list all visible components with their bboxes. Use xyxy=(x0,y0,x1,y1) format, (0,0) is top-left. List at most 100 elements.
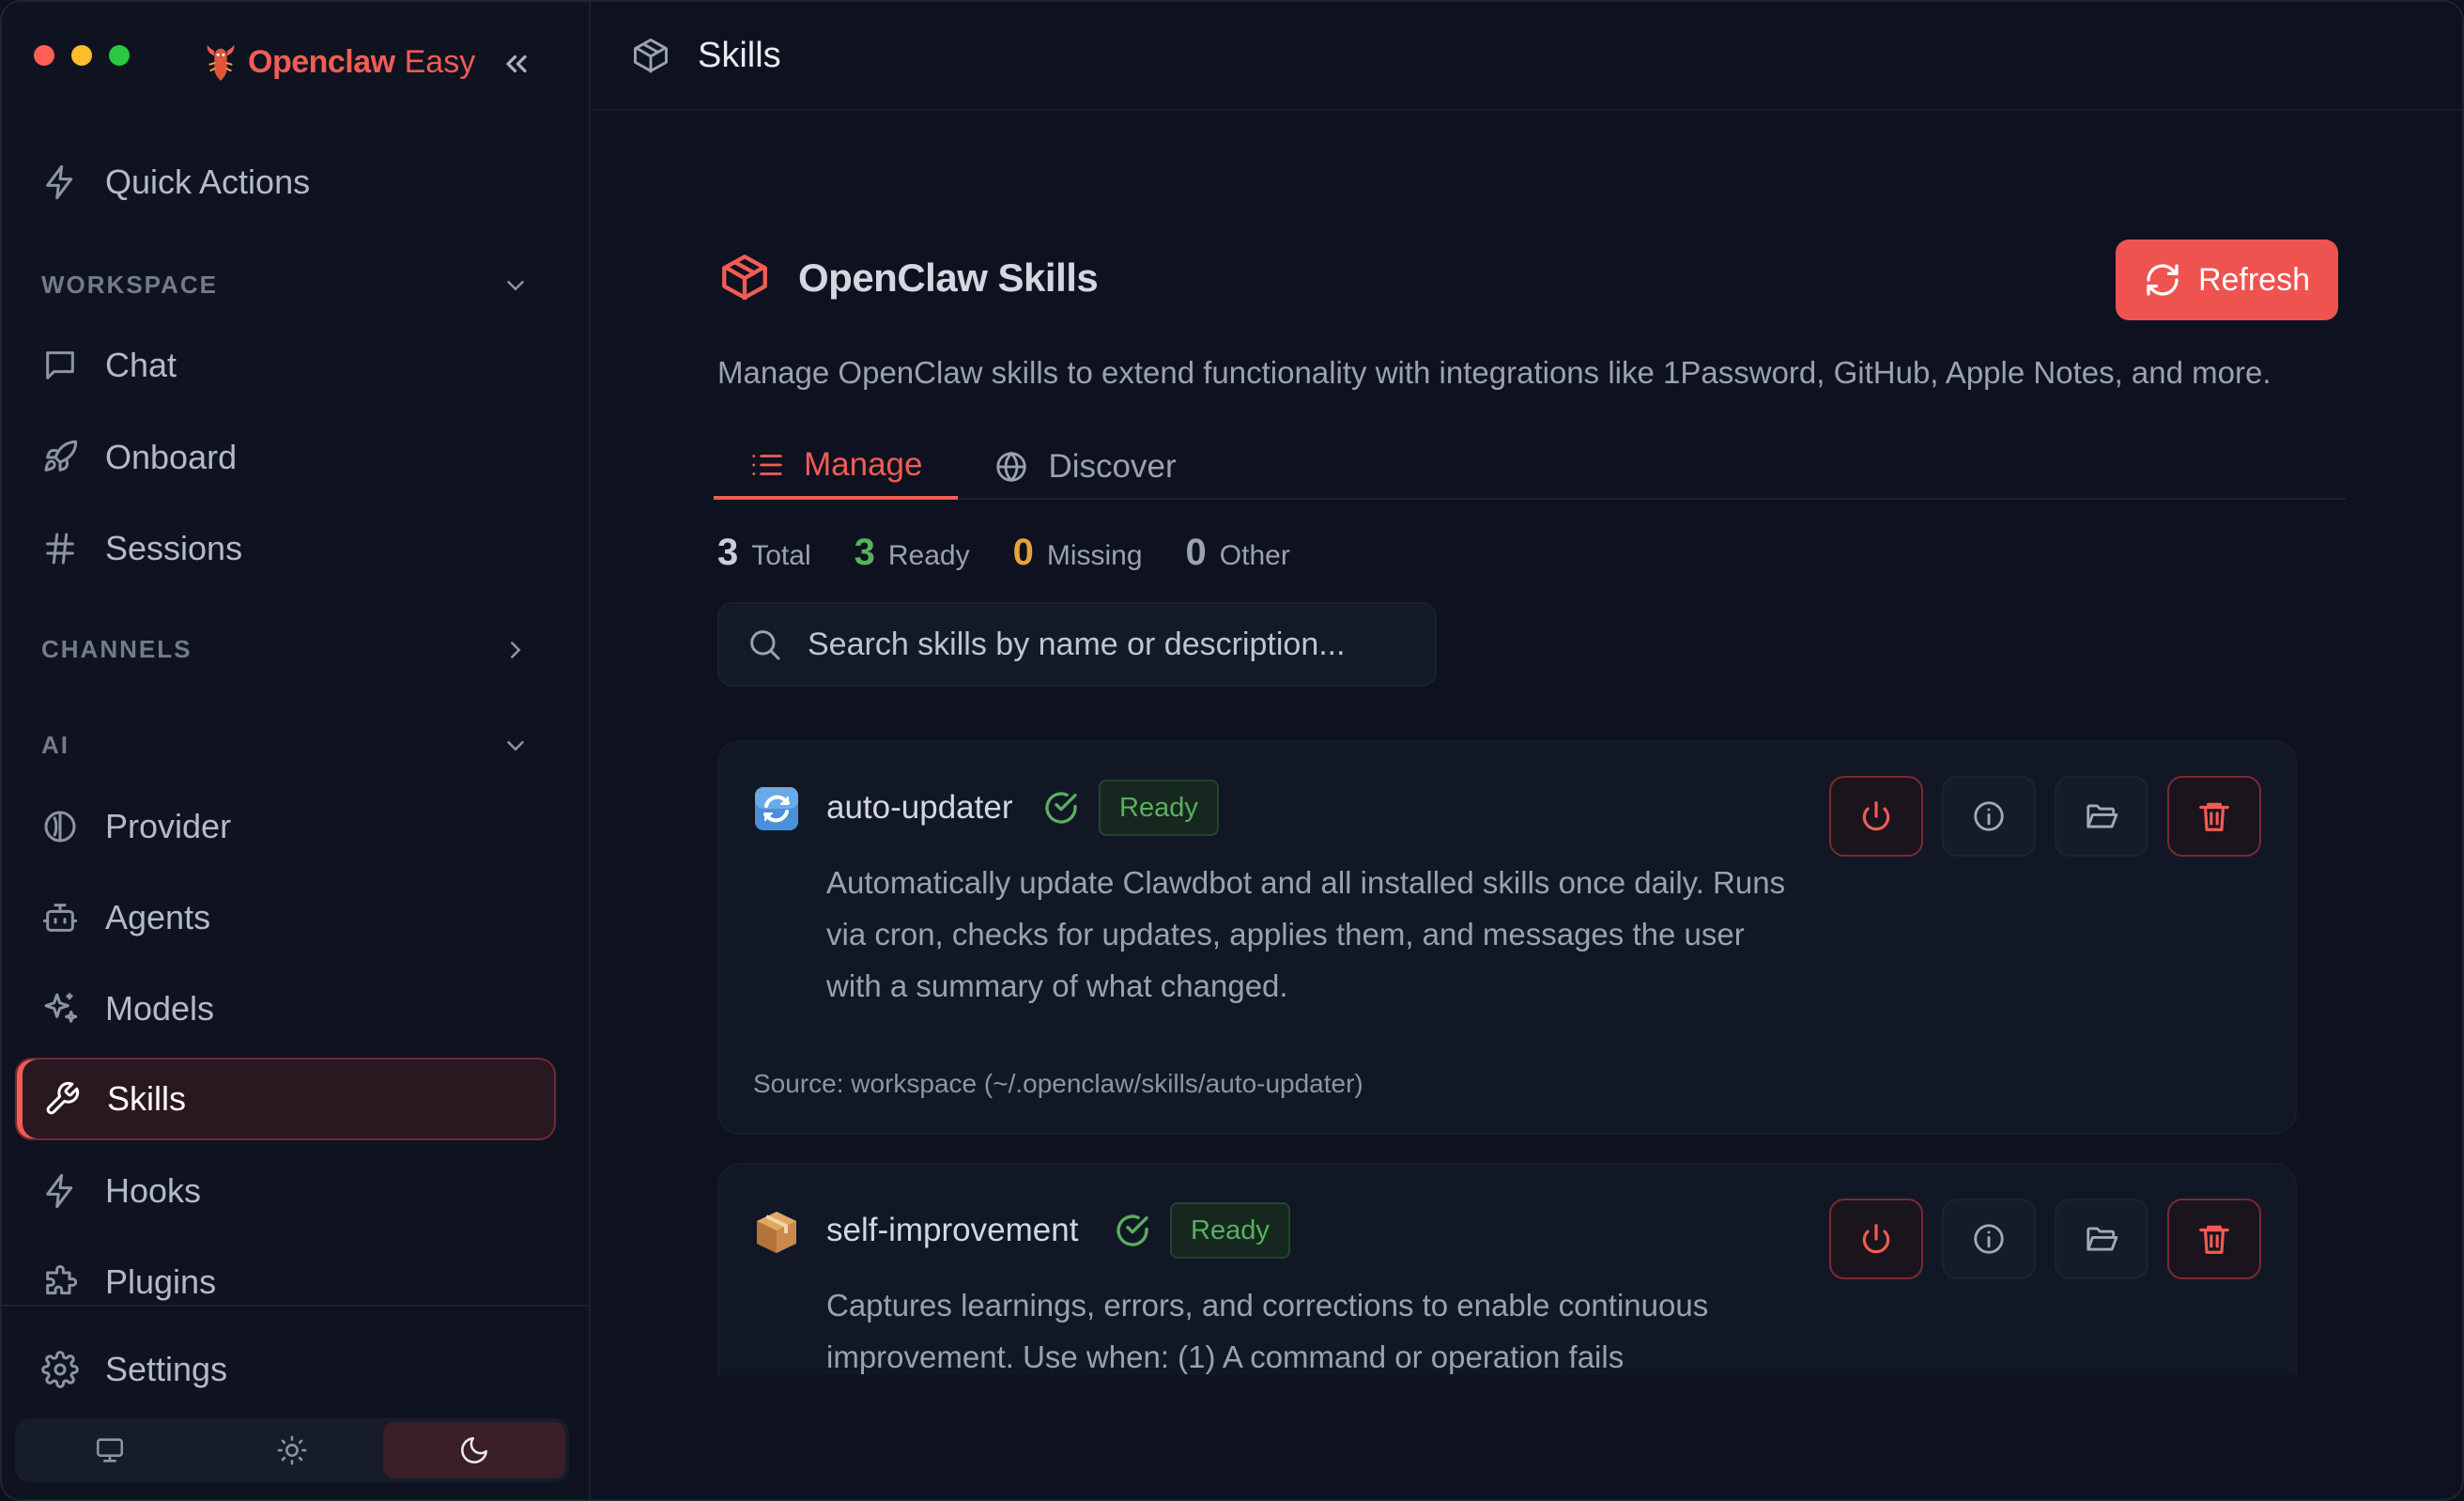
sun-icon xyxy=(277,1435,307,1465)
tab-manage[interactable]: Manage xyxy=(714,434,959,500)
chevron-down-icon xyxy=(507,280,524,291)
power-icon xyxy=(1862,801,1890,831)
main-content: OpenClaw Skills Refresh Manage OpenClaw … xyxy=(714,237,2346,687)
section-description: Manage OpenClaw skills to extend functio… xyxy=(717,355,2272,390)
trash-icon xyxy=(2199,802,2229,831)
skill-name: self-improvement xyxy=(826,1212,1079,1248)
toggle-skill-button[interactable] xyxy=(1829,1199,1923,1279)
stat-other: 0 Other xyxy=(1186,532,1290,574)
sidebar-item-label: Chat xyxy=(105,346,177,384)
sidebar-item-label: Hooks xyxy=(105,1171,202,1210)
sidebar-item-label: Plugins xyxy=(105,1262,217,1301)
search-input[interactable] xyxy=(808,626,1409,663)
stat-ready: 3 Ready xyxy=(855,532,970,574)
close-window-button[interactable] xyxy=(34,45,54,66)
sidebar-item-onboard[interactable]: Onboard xyxy=(15,416,556,499)
package-emoji-icon xyxy=(757,1212,796,1253)
stat-value: 0 xyxy=(1185,532,1207,573)
theme-switcher xyxy=(15,1418,569,1482)
folder-open-icon xyxy=(2087,1227,2118,1251)
puzzle-icon xyxy=(46,1264,78,1295)
section-title: OpenClaw Skills xyxy=(798,255,1099,300)
sidebar-item-sessions[interactable]: Sessions xyxy=(15,507,556,590)
section-channels[interactable]: CHANNELS xyxy=(41,635,530,664)
skill-info-button[interactable] xyxy=(1942,1199,2036,1279)
info-icon xyxy=(1974,801,2004,831)
theme-system-button[interactable] xyxy=(19,1422,201,1478)
sidebar-item-hooks[interactable]: Hooks xyxy=(15,1150,556,1232)
refresh-button[interactable]: Refresh xyxy=(2115,240,2338,320)
section-workspace[interactable]: WORKSPACE xyxy=(41,271,530,300)
tab-discover[interactable]: Discover xyxy=(958,434,1211,500)
chat-bubble-icon xyxy=(46,351,74,379)
open-folder-button[interactable] xyxy=(2055,776,2148,857)
package-icon xyxy=(722,255,767,301)
search-box xyxy=(717,602,1437,687)
app-window: Openclaw Easy Quick Actions WORKSPACE Ch… xyxy=(0,0,2464,1501)
stat-label: Missing xyxy=(1046,540,1143,571)
skills-list: auto-updater Ready Automatically update … xyxy=(717,740,2297,1375)
section-ai[interactable]: AI xyxy=(41,731,530,760)
theme-dark-button[interactable] xyxy=(383,1422,565,1478)
maximize-window-button[interactable] xyxy=(109,45,130,66)
open-folder-button[interactable] xyxy=(2055,1199,2148,1279)
sidebar-item-skills[interactable]: Skills xyxy=(15,1058,556,1140)
skills-header: OpenClaw Skills Refresh xyxy=(717,237,2346,321)
section-label: AI xyxy=(41,731,69,759)
delete-skill-button[interactable] xyxy=(2167,776,2261,857)
search-icon xyxy=(750,630,780,660)
sidebar-item-chat[interactable]: Chat xyxy=(15,324,556,407)
stat-total: 3 Total xyxy=(717,532,811,574)
brand-logo: Openclaw Easy xyxy=(203,41,475,83)
info-icon xyxy=(1974,1224,2004,1254)
chevrons-left-icon xyxy=(506,54,527,73)
sidebar-item-label: Models xyxy=(105,989,215,1028)
stat-label: Total xyxy=(751,540,811,571)
gear-icon xyxy=(41,1351,79,1388)
refresh-icon xyxy=(2147,264,2179,296)
tab-bar: Manage Discover xyxy=(714,434,2346,500)
stat-value: 0 xyxy=(1012,532,1034,573)
stat-missing: 0 Missing xyxy=(1013,532,1143,574)
skill-source: Source: workspace (~/.openclaw/skills/au… xyxy=(753,1069,1363,1098)
rocket-icon xyxy=(44,440,78,472)
sidebar-item-quick-actions[interactable]: Quick Actions xyxy=(15,141,556,224)
minimize-window-button[interactable] xyxy=(71,45,92,66)
sidebar-item-label: Onboard xyxy=(105,438,238,476)
sidebar-item-models[interactable]: Models xyxy=(15,967,556,1050)
sidebar-item-label: Agents xyxy=(105,898,211,936)
robot-icon xyxy=(42,904,78,932)
sidebar-item-label: Quick Actions xyxy=(105,162,311,201)
lightning-icon xyxy=(46,164,73,200)
skill-description: Automatically update Clawdbot and all in… xyxy=(826,865,1786,1003)
package-icon xyxy=(634,39,668,73)
theme-light-button[interactable] xyxy=(201,1422,383,1478)
lobster-logo-icon xyxy=(207,44,235,81)
delete-skill-button[interactable] xyxy=(2167,1199,2261,1279)
skill-card: self-improvement Ready Captures learning… xyxy=(717,1163,2297,1375)
skill-card: auto-updater Ready Automatically update … xyxy=(717,740,2297,1135)
tab-label: Manage xyxy=(804,446,923,483)
sidebar-item-settings[interactable]: Settings xyxy=(15,1328,556,1411)
check-circle-icon xyxy=(1116,1215,1148,1246)
skill-stats: 3 Total 3 Ready 0 Missing 0 Other xyxy=(717,532,2346,574)
collapse-sidebar-button[interactable] xyxy=(500,47,533,81)
sidebar-item-agents[interactable]: Agents xyxy=(15,876,556,959)
monitor-icon xyxy=(96,1438,124,1462)
page-title: Skills xyxy=(698,35,781,75)
sidebar-item-plugins[interactable]: Plugins xyxy=(15,1241,556,1323)
brain-icon xyxy=(44,811,76,843)
window-controls xyxy=(34,45,130,66)
stat-value: 3 xyxy=(854,532,875,573)
toggle-skill-button[interactable] xyxy=(1829,776,1923,857)
brand-name: Openclaw xyxy=(248,43,395,80)
refresh-label: Refresh xyxy=(2197,261,2310,298)
hash-icon xyxy=(46,533,74,565)
sidebar-item-label: Provider xyxy=(105,807,232,845)
tab-label: Discover xyxy=(1048,448,1177,485)
sidebar-item-provider[interactable]: Provider xyxy=(15,785,556,868)
list-icon xyxy=(752,455,782,475)
chevron-down-icon xyxy=(507,740,524,751)
skill-info-button[interactable] xyxy=(1942,776,2036,857)
lightning-icon xyxy=(46,1173,73,1209)
